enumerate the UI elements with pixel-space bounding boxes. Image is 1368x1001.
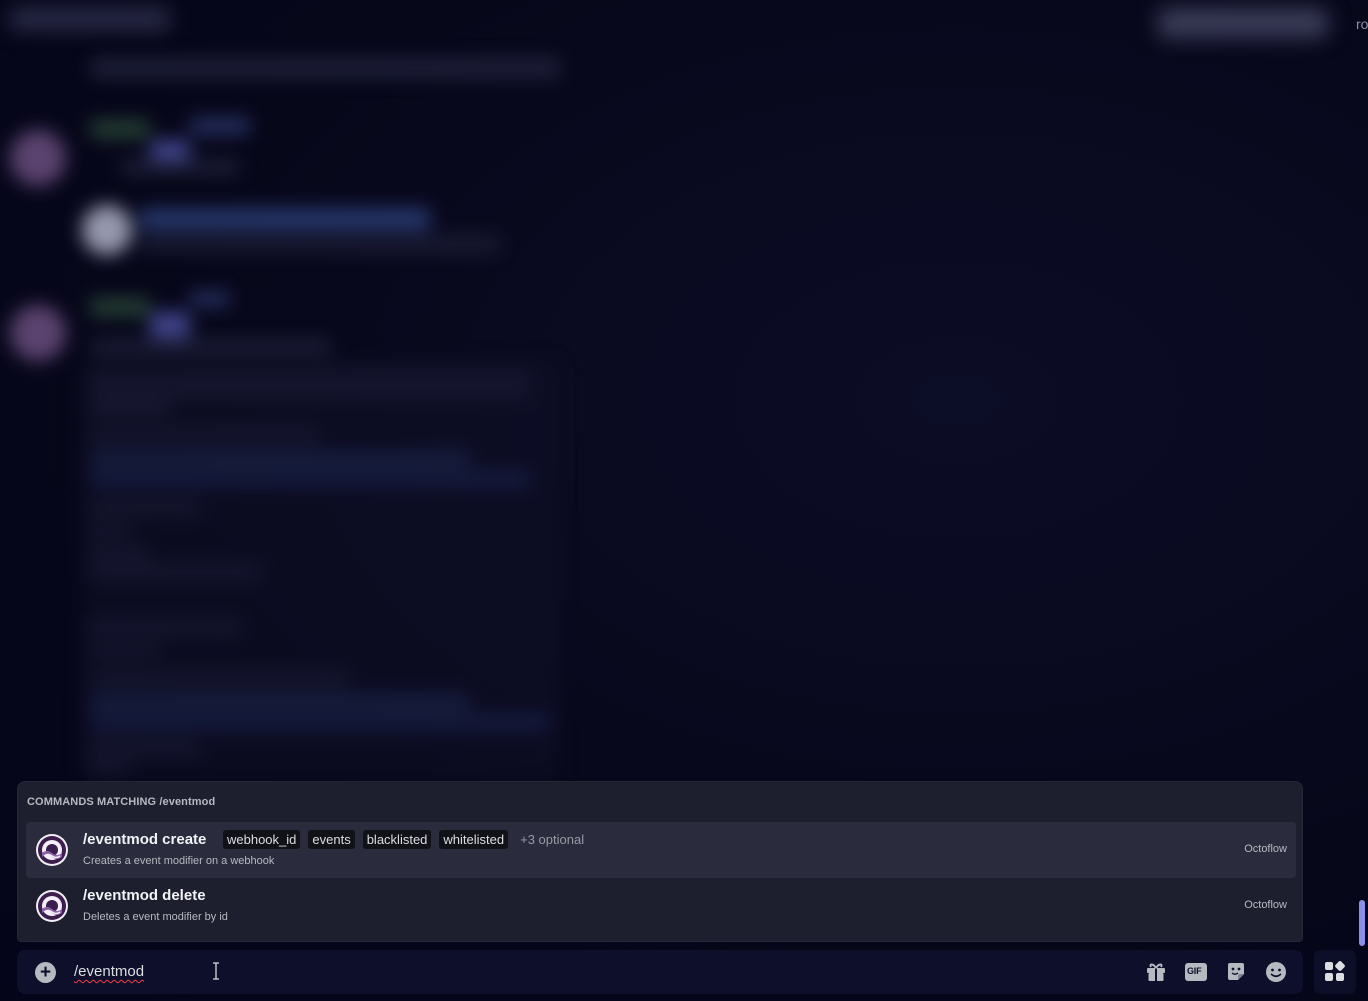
scrollbar-thumb[interactable] — [1359, 900, 1365, 946]
emoji-button[interactable] — [1264, 961, 1288, 983]
octoflow-bot-icon — [36, 834, 68, 866]
emoji-icon — [1266, 962, 1286, 982]
scrollbar-track[interactable] — [1358, 50, 1366, 950]
gif-button[interactable]: GIF — [1184, 961, 1208, 983]
gif-icon: GIF — [1187, 966, 1202, 976]
octoflow-bot-icon — [36, 890, 68, 922]
command-description: Creates a event modifier on a webhook — [83, 855, 275, 867]
command-autocomplete-popup: Commands Matching /eventmod /eventmod cr… — [17, 781, 1303, 942]
popup-header-query: /eventmod — [159, 796, 216, 808]
param-chip: blacklisted — [362, 830, 432, 849]
command-name: /eventmod delete — [83, 887, 206, 904]
command-description: Deletes a event modifier by id — [83, 911, 228, 923]
text-cursor-icon — [212, 962, 220, 980]
gift-icon — [1147, 963, 1165, 981]
param-chip: whitelisted — [439, 830, 509, 849]
input-value: /eventmod — [74, 963, 145, 980]
apps-button[interactable] — [1314, 950, 1356, 994]
command-source: Octoflow — [1244, 899, 1287, 911]
channel-header-blur — [10, 8, 170, 30]
command-params: webhook_id events blacklisted whiteliste… — [223, 830, 588, 849]
popup-header: Commands Matching /eventmod — [27, 796, 215, 808]
command-option-create[interactable]: /eventmod create webhook_id events black… — [26, 822, 1296, 878]
command-source: Octoflow — [1244, 843, 1287, 855]
chat-window: ro Commands Matching /eventmod /eventmod… — [0, 0, 1368, 1001]
popup-header-label: Commands Matching — [27, 796, 157, 808]
message-input-bar: + /eventmod GIF — [17, 950, 1303, 994]
blurred-message-history — [0, 0, 1368, 780]
optional-params-count: +3 optional — [520, 832, 585, 847]
sticker-icon — [1228, 963, 1244, 980]
command-option-delete[interactable]: /eventmod delete Deletes a event modifie… — [26, 878, 1296, 934]
plus-icon: + — [39, 962, 52, 983]
add-attachment-button[interactable]: + — [35, 962, 56, 983]
header-toolbar-blur — [1158, 8, 1328, 38]
sticker-button[interactable] — [1224, 961, 1248, 983]
apps-icon — [1325, 961, 1345, 981]
param-chip: events — [308, 830, 355, 849]
message-input[interactable]: /eventmod — [74, 963, 974, 980]
gift-button[interactable] — [1144, 961, 1168, 983]
param-chip: webhook_id — [223, 830, 301, 849]
command-name: /eventmod create — [83, 831, 207, 848]
clipped-edge-text: ro — [1356, 16, 1368, 32]
